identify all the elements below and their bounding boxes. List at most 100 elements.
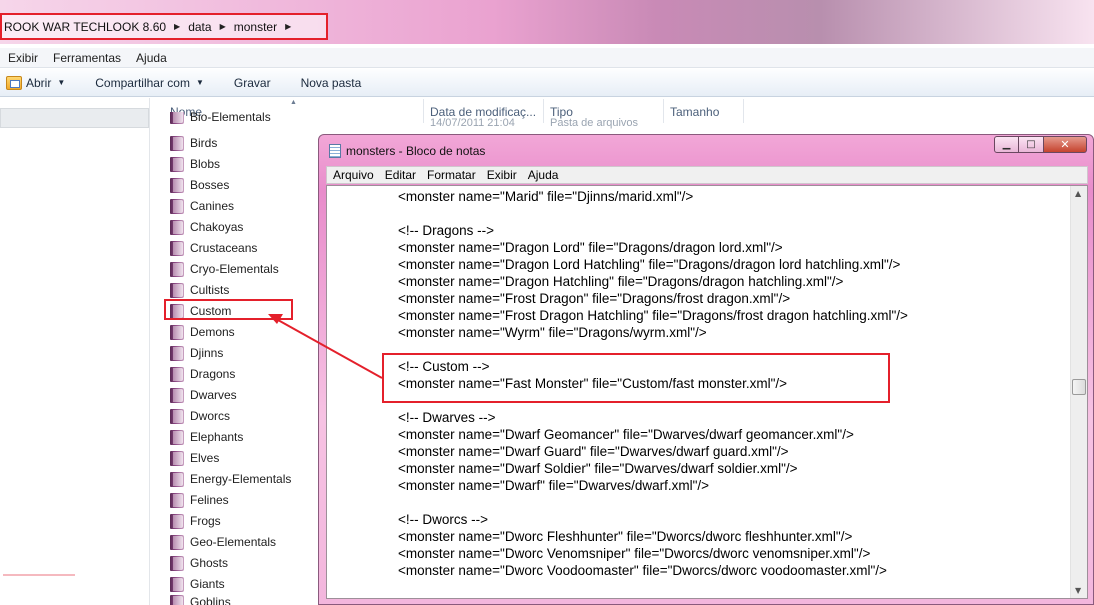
row-modified-date: 14/07/2011 21:04 [430, 117, 515, 129]
folder-name: Ghosts [190, 556, 229, 570]
list-item[interactable]: Geo-Elementals [163, 532, 303, 552]
list-item[interactable]: Chakoyas [163, 217, 303, 237]
list-item[interactable]: Cryo-Elementals [163, 259, 303, 279]
text-line[interactable]: <monster name="Frost Dragon" file="Drago… [398, 290, 1058, 307]
text-line[interactable]: <monster name="Fast Monster" file="Custo… [398, 375, 1058, 392]
vertical-scrollbar[interactable]: ▲ ▼ [1070, 186, 1087, 598]
text-line[interactable]: <monster name="Dworc Voodoomaster" file=… [398, 562, 1058, 579]
folder-name: Bosses [190, 178, 230, 192]
breadcrumb-item-root[interactable]: ROOK WAR TECHLOOK 8.60 [4, 20, 172, 34]
notepad-text[interactable]: <monster name="Marid" file="Djinns/marid… [398, 188, 1058, 579]
folder-name: Crustaceans [190, 241, 258, 255]
text-line[interactable]: <monster name="Dwarf Guard" file="Dwarve… [398, 443, 1058, 460]
text-line[interactable]: <monster name="Dwarf" file="Dwarves/dwar… [398, 477, 1058, 494]
breadcrumb[interactable]: ROOK WAR TECHLOOK 8.60 ▶ data ▶ monster … [0, 13, 327, 40]
sort-ascending-icon: ▲ [290, 99, 297, 106]
folder-name: Djinns [190, 346, 224, 360]
column-divider[interactable] [543, 99, 544, 123]
text-line[interactable]: <monster name="Dragon Hatchling" file="D… [398, 273, 1058, 290]
minimize-button[interactable]: ▁ [994, 136, 1019, 153]
list-item[interactable]: Giants [163, 574, 303, 594]
list-item[interactable]: Ghosts [163, 553, 303, 573]
folder-icon [170, 219, 184, 235]
scroll-down-icon[interactable]: ▼ [1075, 586, 1081, 595]
folder-icon [170, 303, 184, 319]
list-item[interactable]: Elephants [163, 427, 303, 447]
text-line[interactable]: <monster name="Marid" file="Djinns/marid… [398, 188, 1058, 205]
text-line[interactable]: <monster name="Dragon Lord" file="Dragon… [398, 239, 1058, 256]
menu-ajuda[interactable]: Ajuda [136, 51, 167, 65]
new-folder-button[interactable]: Nova pasta [301, 76, 362, 90]
list-item[interactable]: Dworcs [163, 406, 303, 426]
folder-name: Energy-Elementals [190, 472, 292, 486]
text-line[interactable]: <monster name="Dworc Fleshhunter" file="… [398, 528, 1058, 545]
notepad-menu-editar[interactable]: Editar [385, 168, 416, 182]
list-item[interactable]: Crustaceans [163, 238, 303, 258]
list-item[interactable]: Energy-Elementals [163, 469, 303, 489]
share-button[interactable]: Compartilhar com ▼ [95, 76, 204, 90]
notepad-title-bar[interactable]: monsters - Bloco de notas [329, 143, 485, 159]
notepad-menu-ajuda[interactable]: Ajuda [528, 168, 559, 182]
minimize-icon: ▁ [1002, 139, 1011, 150]
text-line[interactable]: <monster name="Wyrm" file="Dragons/wyrm.… [398, 324, 1058, 341]
column-divider[interactable] [663, 99, 664, 123]
list-item[interactable]: Demons [163, 322, 303, 342]
folder-name: Geo-Elementals [190, 535, 277, 549]
column-divider[interactable] [423, 99, 424, 123]
scroll-up-icon[interactable]: ▲ [1075, 189, 1081, 198]
list-item[interactable]: Blobs [163, 154, 303, 174]
breadcrumb-item-monster[interactable]: monster [228, 20, 283, 34]
maximize-button[interactable]: □ [1019, 136, 1044, 153]
breadcrumb-separator-icon[interactable]: ▶ [283, 22, 293, 31]
notepad-menu-arquivo[interactable]: Arquivo [333, 168, 374, 182]
text-line[interactable]: <!-- Dworcs --> [398, 511, 1058, 528]
list-item[interactable]: Custom [163, 301, 303, 321]
text-line[interactable]: <!-- Dragons --> [398, 222, 1058, 239]
notepad-text-area[interactable]: <monster name="Marid" file="Djinns/marid… [326, 185, 1088, 599]
text-line[interactable] [398, 494, 1058, 511]
breadcrumb-item-data[interactable]: data [182, 20, 217, 34]
folder-name: Dragons [190, 367, 236, 381]
folder-icon [170, 177, 184, 193]
notepad-window[interactable]: monsters - Bloco de notas ▁ □ ✕ Arquivo … [318, 134, 1094, 605]
notepad-menu-formatar[interactable]: Formatar [427, 168, 476, 182]
text-line[interactable]: <!-- Dwarves --> [398, 409, 1058, 426]
window-controls: ▁ □ ✕ [994, 136, 1087, 153]
folder-icon [170, 112, 184, 124]
text-line[interactable]: <monster name="Dragon Lord Hatchling" fi… [398, 256, 1058, 273]
text-line[interactable]: <monster name="Dwarf Geomancer" file="Dw… [398, 426, 1058, 443]
list-item[interactable]: Birds [163, 133, 303, 153]
column-size[interactable]: Tamanho [670, 105, 719, 119]
list-item[interactable]: Dwarves [163, 385, 303, 405]
scrollbar-thumb[interactable] [1072, 379, 1086, 395]
text-line[interactable] [398, 341, 1058, 358]
navigation-pane[interactable] [0, 98, 150, 605]
list-item[interactable]: Elves [163, 448, 303, 468]
list-item[interactable]: Bio-Elementals [163, 112, 303, 124]
breadcrumb-separator-icon[interactable]: ▶ [172, 22, 182, 31]
open-button[interactable]: Abrir ▼ [6, 75, 65, 90]
list-item[interactable]: Dragons [163, 364, 303, 384]
list-item[interactable]: Felines [163, 490, 303, 510]
folder-icon [170, 450, 184, 466]
close-button[interactable]: ✕ [1044, 136, 1087, 153]
text-line[interactable]: <monster name="Frost Dragon Hatchling" f… [398, 307, 1058, 324]
list-item[interactable]: Djinns [163, 343, 303, 363]
list-item[interactable]: Canines [163, 196, 303, 216]
column-divider[interactable] [743, 99, 744, 123]
notepad-menu-exibir[interactable]: Exibir [487, 168, 517, 182]
text-line[interactable] [398, 205, 1058, 222]
list-item[interactable]: Bosses [163, 175, 303, 195]
text-line[interactable] [398, 392, 1058, 409]
list-item[interactable]: Goblins [163, 595, 303, 605]
breadcrumb-separator-icon[interactable]: ▶ [218, 22, 228, 31]
text-line[interactable]: <monster name="Dworc Venomsniper" file="… [398, 545, 1058, 562]
list-item[interactable]: Cultists [163, 280, 303, 300]
nav-selected-item[interactable] [0, 108, 149, 128]
text-line[interactable]: <monster name="Dwarf Soldier" file="Dwar… [398, 460, 1058, 477]
burn-button[interactable]: Gravar [234, 76, 271, 90]
menu-exibir[interactable]: Exibir [8, 51, 38, 65]
list-item[interactable]: Frogs [163, 511, 303, 531]
text-line[interactable]: <!-- Custom --> [398, 358, 1058, 375]
menu-ferramentas[interactable]: Ferramentas [53, 51, 121, 65]
